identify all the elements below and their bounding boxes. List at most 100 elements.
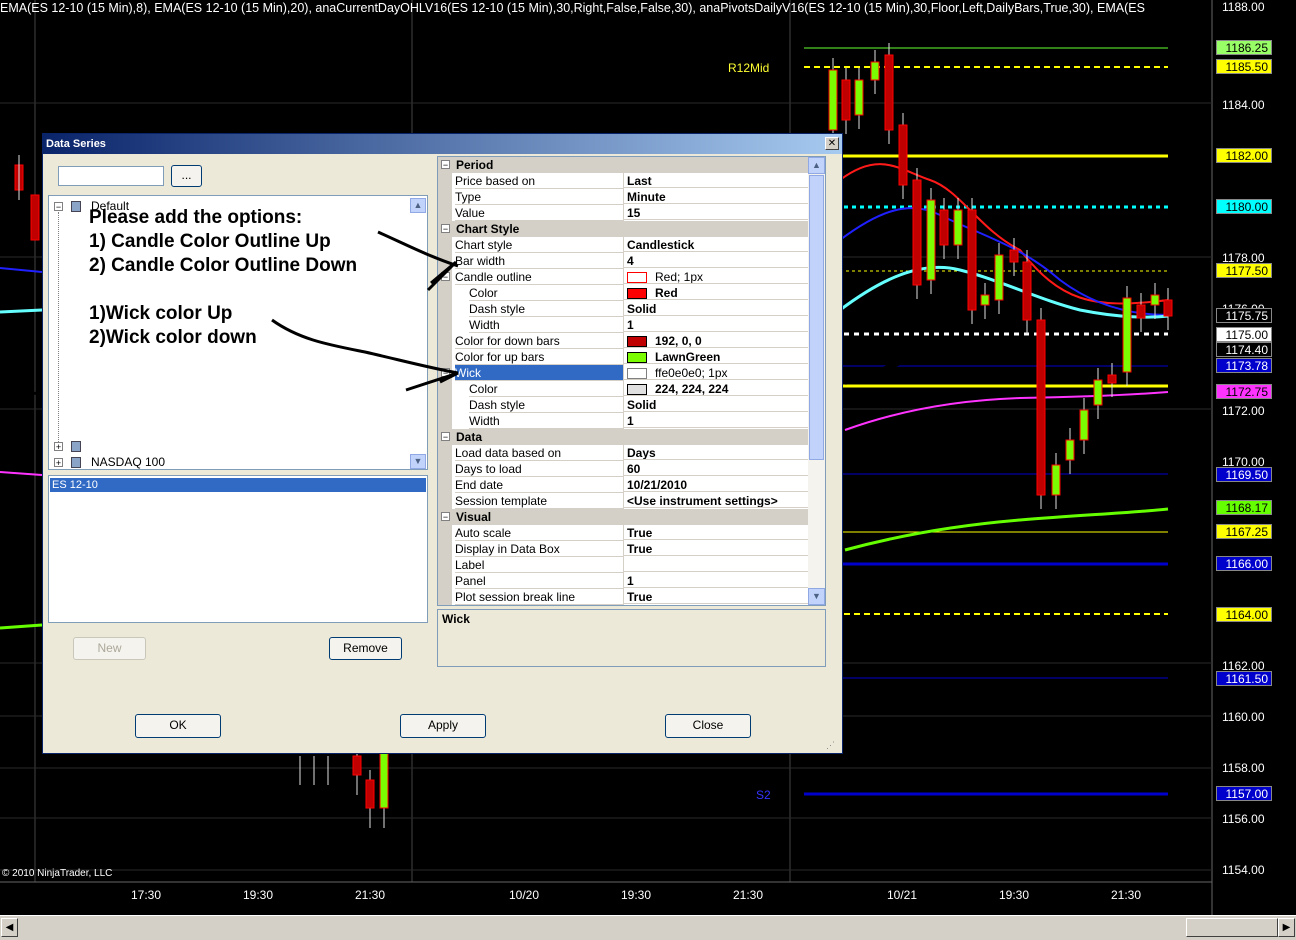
tree-item-default[interactable]: Default <box>91 199 129 213</box>
property-row[interactable]: Display in Data Box True <box>438 541 809 557</box>
property-row[interactable]: Session template <Use instrument settings… <box>438 493 809 509</box>
property-row[interactable]: Dash style Solid <box>438 301 809 317</box>
property-value[interactable]: Last <box>624 173 809 188</box>
apply-button[interactable]: Apply <box>400 714 486 738</box>
series-item-es-12-10[interactable]: ES 12-10 <box>50 478 426 492</box>
property-row[interactable]: Dash style Solid <box>438 397 809 413</box>
grid-scroll-up-icon[interactable]: ▲ <box>808 157 825 174</box>
property-grid[interactable]: − Period Price based on Last Type Minute Value… <box>437 156 826 606</box>
property-value[interactable]: 1 <box>624 413 809 428</box>
property-row[interactable]: Panel 1 <box>438 573 809 589</box>
property-name: Days to load <box>455 461 624 477</box>
new-button[interactable]: New <box>73 637 146 660</box>
property-category[interactable]: − Visual <box>438 509 809 525</box>
property-value[interactable]: Minute <box>624 189 809 204</box>
collapse-icon[interactable]: − <box>441 272 450 282</box>
property-row[interactable]: Chart style Candlestick <box>438 237 809 253</box>
ema-line <box>0 623 43 630</box>
property-row[interactable]: Color 224, 224, 224 <box>438 381 809 397</box>
grid-scroll-down-icon[interactable]: ▼ <box>808 588 825 605</box>
property-name: Candle outline <box>455 269 624 285</box>
property-value-text: Red <box>655 286 678 300</box>
remove-button[interactable]: Remove <box>329 637 402 660</box>
property-row[interactable]: Bar width 4 <box>438 253 809 269</box>
property-row[interactable]: Color for down bars 192, 0, 0 <box>438 333 809 349</box>
property-row[interactable]: Color for up bars LawnGreen <box>438 349 809 365</box>
y-axis-tick-label: 1160.00 <box>1222 710 1265 724</box>
x-axis-tick-label: 19:30 <box>620 888 652 902</box>
property-row[interactable]: Width 1 <box>438 317 809 333</box>
property-value[interactable]: 224, 224, 224 <box>624 381 809 396</box>
collapse-icon[interactable]: − <box>441 512 450 522</box>
property-value[interactable]: 4 <box>624 253 809 268</box>
property-row[interactable]: Plot session break line True <box>438 589 809 605</box>
candle-body <box>1009 249 1019 263</box>
candle-body <box>994 254 1004 301</box>
property-value[interactable]: 10/21/2010 <box>624 477 809 492</box>
folder-icon <box>71 201 81 212</box>
price-tag: 1173.78 <box>1216 358 1272 373</box>
property-row[interactable]: Width 1 <box>438 413 809 429</box>
price-tag: 1172.75 <box>1216 384 1272 399</box>
y-axis-tick-label: 1188.00 <box>1222 0 1265 14</box>
property-row[interactable]: Load data based on Days <box>438 445 809 461</box>
property-row[interactable]: Days to load 60 <box>438 461 809 477</box>
property-row[interactable]: Label <box>438 557 809 573</box>
collapse-icon[interactable]: − <box>441 160 450 170</box>
property-row[interactable]: Price based on Last <box>438 173 809 189</box>
collapse-icon[interactable]: − <box>441 368 450 378</box>
resize-grip-icon[interactable]: ⋰ <box>826 740 835 751</box>
property-value[interactable]: True <box>624 589 809 604</box>
grid-scroll-thumb[interactable] <box>809 175 824 460</box>
property-value[interactable] <box>624 557 809 572</box>
collapse-icon[interactable]: − <box>54 202 63 212</box>
chart-horizontal-scrollbar[interactable]: ◀ ▶ <box>0 915 1296 940</box>
property-value[interactable]: Candlestick <box>624 237 809 252</box>
property-row[interactable]: Type Minute <box>438 189 809 205</box>
ok-button[interactable]: OK <box>135 714 221 738</box>
property-value[interactable]: 1 <box>624 317 809 332</box>
property-value[interactable]: 1 <box>624 573 809 588</box>
property-value[interactable]: LawnGreen <box>624 349 809 364</box>
property-row[interactable]: Color Red <box>438 285 809 301</box>
property-grid-scrollbar[interactable]: ▲ ▼ <box>808 157 825 605</box>
property-category[interactable]: − Chart Style <box>438 221 809 237</box>
tree-item-nasdaq-100[interactable]: NASDAQ 100 <box>91 455 165 469</box>
property-value[interactable]: Solid <box>624 397 809 412</box>
property-row[interactable]: Value 15 <box>438 205 809 221</box>
expand-icon[interactable]: + <box>54 458 63 468</box>
close-button[interactable]: Close <box>665 714 751 738</box>
tree-scroll-down-icon[interactable]: ▼ <box>410 454 426 469</box>
expand-icon[interactable]: + <box>54 442 63 452</box>
scroll-right-arrow-icon[interactable]: ▶ <box>1278 918 1295 937</box>
row-gutter <box>438 461 452 477</box>
close-icon[interactable]: ✕ <box>825 137 839 150</box>
browse-button[interactable]: ... <box>171 165 202 187</box>
property-value[interactable]: 192, 0, 0 <box>624 333 809 348</box>
instrument-list-tree[interactable]: − Default + + NASDAQ 100 ▲ ▼ <box>48 195 428 470</box>
property-value[interactable]: True <box>624 525 809 540</box>
property-value[interactable]: Red; 1px <box>624 269 809 284</box>
property-row[interactable]: End date 10/21/2010 <box>438 477 809 493</box>
property-value[interactable]: True <box>624 541 809 556</box>
property-value[interactable]: 15 <box>624 205 809 220</box>
collapse-icon[interactable]: − <box>441 432 450 442</box>
tree-scroll-up-icon[interactable]: ▲ <box>410 198 426 213</box>
collapse-icon[interactable]: − <box>441 224 450 234</box>
property-row[interactable]: − Wick ffe0e0e0; 1px <box>438 365 809 381</box>
property-category[interactable]: − Data <box>438 429 809 445</box>
property-value[interactable]: Days <box>624 445 809 460</box>
instrument-search-input[interactable] <box>58 166 164 186</box>
property-category[interactable]: − Period <box>438 157 809 173</box>
ema-line <box>844 507 1169 552</box>
property-row[interactable]: Auto scale True <box>438 525 809 541</box>
selected-series-list[interactable]: ES 12-10 <box>48 475 428 623</box>
property-value[interactable]: Solid <box>624 301 809 316</box>
scroll-left-arrow-icon[interactable]: ◀ <box>1 918 18 937</box>
property-value[interactable]: Red <box>624 285 809 300</box>
property-row[interactable]: − Candle outline Red; 1px <box>438 269 809 285</box>
scroll-thumb[interactable] <box>1186 918 1278 937</box>
property-value[interactable]: 60 <box>624 461 809 476</box>
property-value[interactable]: ffe0e0e0; 1px <box>624 365 809 380</box>
property-value[interactable]: <Use instrument settings> <box>624 493 809 508</box>
